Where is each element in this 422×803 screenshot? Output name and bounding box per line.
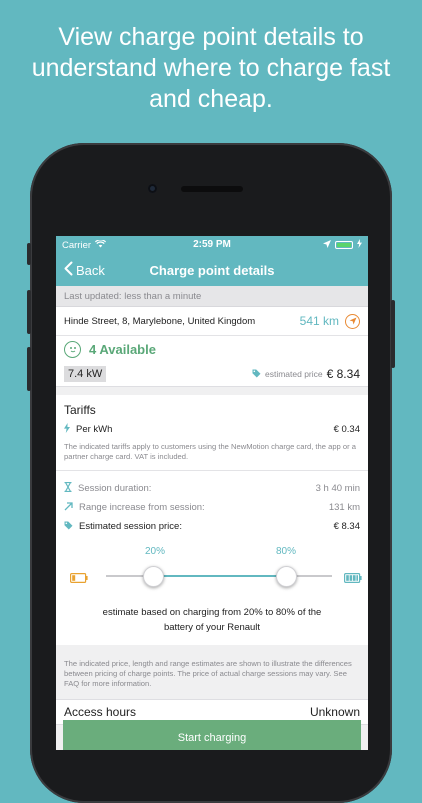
navigate-icon — [345, 313, 360, 329]
access-hours-label: Access hours — [64, 705, 137, 719]
availability-text: 4 Available — [89, 341, 156, 357]
chevron-left-icon — [64, 261, 73, 279]
session-estimate-block: Session duration: 3 h 40 min Range incre… — [56, 471, 368, 645]
duration-label: Session duration: — [78, 483, 152, 494]
tariff-note: The indicated tariffs apply to customers… — [64, 442, 356, 461]
access-hours-value: Unknown — [309, 705, 360, 719]
phone-side-button-top — [27, 243, 31, 265]
promo-line-2: understand where to charge fast — [31, 54, 391, 82]
power-badge: 7.4 kW — [64, 366, 107, 382]
availability-row: 4 Available — [56, 336, 368, 362]
range-label: Range increase from session: — [79, 502, 205, 513]
promo-headline: View charge point details to understand … — [0, 22, 422, 115]
price-tag-icon — [64, 521, 73, 533]
plug-icon — [64, 340, 81, 358]
estimate-line-2: battery of your Renault — [163, 622, 261, 633]
status-bar: Carrier 2:59 PM — [56, 236, 368, 254]
estimate-line-1: estimate based on charging from 20% to 8… — [102, 607, 322, 618]
session-price-label: Estimated session price: — [79, 521, 182, 532]
app-screen: Carrier 2:59 PM Back Charge point detail… — [56, 236, 368, 750]
slider-track-selected — [153, 574, 286, 577]
session-price-value: € 8.34 — [333, 521, 360, 532]
session-price-row: Estimated session price: € 8.34 — [64, 517, 360, 536]
charge-range-slider: 20% 80% — [64, 540, 362, 595]
address-text: Hinde Street, 8, Marylebone, United King… — [64, 315, 256, 327]
duration-value: 3 h 40 min — [315, 483, 360, 494]
battery-icon — [335, 241, 353, 249]
start-charging-button[interactable]: Start charging — [63, 720, 361, 750]
phone-side-button-volume-up — [27, 290, 31, 334]
clock: 2:59 PM — [193, 239, 231, 250]
distance-text: 541 km — [299, 314, 339, 328]
slider-max-handle[interactable] — [276, 566, 297, 587]
slider-max-label: 80% — [276, 546, 297, 557]
phone-side-button-volume-down — [27, 347, 31, 391]
estimated-price-value: € 8.34 — [326, 367, 360, 381]
earpiece-speaker — [181, 186, 243, 192]
range-row: Range increase from session: 131 km — [64, 498, 360, 517]
charge-point-summary: Hinde Street, 8, Marylebone, United King… — [56, 307, 368, 387]
tariffs-block: Tariffs Per kWh € 0.34 The indicated tar… — [56, 395, 368, 471]
duration-row: Session duration: 3 h 40 min — [64, 479, 360, 498]
tariff-row: Per kWh € 0.34 — [64, 423, 360, 436]
slider-min-label: 20% — [145, 546, 166, 557]
promo-line-3: and cheap. — [149, 85, 273, 113]
front-camera — [148, 184, 157, 193]
back-label: Back — [76, 262, 105, 278]
tariffs-heading: Tariffs — [64, 403, 96, 417]
lightning-icon — [64, 423, 70, 436]
directions-button[interactable]: 541 km — [299, 313, 360, 329]
power-row: 7.4 kW estimated price € 8.34 — [56, 362, 368, 386]
pricing-disclaimer: The indicated price, length and range es… — [64, 659, 352, 688]
phone-power-button — [391, 300, 395, 368]
arrow-up-right-icon — [64, 501, 73, 514]
price-tag-icon — [252, 365, 261, 383]
promo-line-1: View charge point details to — [58, 23, 364, 51]
address-row: Hinde Street, 8, Marylebone, United King… — [56, 307, 368, 336]
navigation-bar: Back Charge point details — [56, 254, 368, 286]
battery-full-icon — [344, 570, 362, 588]
slider-min-handle[interactable] — [143, 566, 164, 587]
estimate-explanation: estimate based on charging from 20% to 8… — [64, 595, 360, 645]
back-button[interactable]: Back — [64, 261, 105, 279]
pricing-section: Tariffs Per kWh € 0.34 The indicated tar… — [56, 395, 368, 645]
hourglass-icon — [64, 481, 72, 495]
per-kwh-value: € 0.34 — [333, 424, 360, 435]
estimated-price-label: estimated price — [264, 369, 323, 379]
range-value: 131 km — [328, 502, 360, 513]
per-kwh-label: Per kWh — [76, 424, 113, 435]
last-updated-text: Last updated: less than a minute — [56, 286, 368, 307]
battery-low-icon — [70, 570, 88, 588]
